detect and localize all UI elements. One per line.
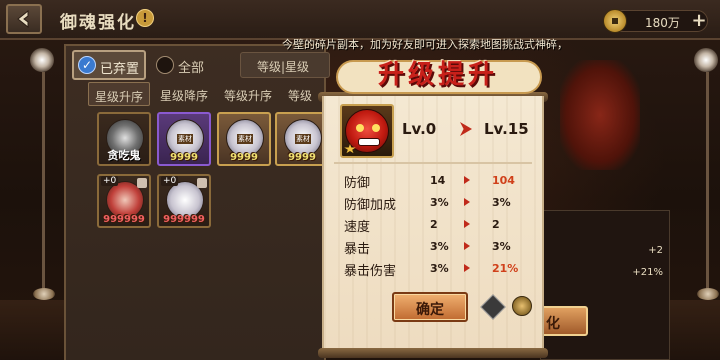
upgrade-dialog: 升级提升 Lv.0 Lv.15 防御 14 104 防御加成 3% 3% 速度 …: [318, 52, 548, 358]
detail-panel: +2 +21%: [540, 210, 670, 360]
stat-arrow-icon: [464, 176, 470, 184]
stat-new: 3%: [492, 240, 511, 253]
pole-left: [42, 72, 45, 292]
card-plus-level: +0: [101, 176, 119, 186]
lock-icon: [197, 178, 207, 188]
card-count: 999999: [163, 214, 205, 225]
stat-name: 暴击: [344, 242, 371, 257]
detail-stat-b: +21%: [632, 267, 663, 278]
soul-card[interactable]: +0 999999: [157, 174, 211, 228]
scroll-rod-bottom: [318, 348, 548, 358]
level-star-selector[interactable]: 等级|星级: [240, 52, 330, 78]
filter-abandoned-label: 已弃置: [100, 62, 140, 77]
add-currency-button[interactable]: +: [689, 12, 709, 32]
pole-right: [706, 72, 709, 292]
filter-all-toggle[interactable]: 全部: [154, 50, 218, 80]
currency-display: 180万 +: [603, 9, 709, 33]
filter-row: ✓ 已弃置 全部 等级|星级: [72, 50, 330, 82]
tab-star-desc[interactable]: 星级降序: [154, 82, 214, 106]
soul-card[interactable]: 贪吃鬼: [97, 112, 151, 166]
card-count: 9999: [230, 152, 258, 163]
filter-abandoned-toggle[interactable]: ✓ 已弃置: [72, 50, 146, 80]
stat-old: 2: [430, 218, 438, 231]
stat-old: 14: [430, 174, 446, 187]
card-count: 999999: [103, 214, 145, 225]
tab-level[interactable]: 等级: [282, 82, 318, 106]
lantern-right-icon: [694, 48, 718, 72]
currency-value: 180万: [645, 16, 680, 30]
stat-name: 速度: [344, 220, 371, 235]
soul-portrait-frame: [340, 104, 394, 158]
stat-new: 3%: [492, 196, 511, 209]
settings-icon[interactable]: [512, 296, 532, 316]
top-bar: 御魂强化 ! 180万 +: [0, 0, 720, 40]
soul-card[interactable]: 素材 9999: [217, 112, 271, 166]
checkbox-unchecked-icon: [156, 56, 174, 74]
stat-row: 暴击 3% 3%: [318, 236, 548, 258]
stat-new: 104: [492, 174, 515, 187]
lantern-left-icon: [30, 48, 54, 72]
card-tag: 素材: [177, 134, 193, 144]
checkbox-checked-icon: ✓: [78, 56, 96, 74]
stat-new: 2: [492, 218, 500, 231]
stat-arrow-icon: [464, 264, 470, 272]
confirm-button[interactable]: 确定: [392, 292, 468, 322]
stat-old: 3%: [430, 240, 449, 253]
stand-left: [33, 288, 55, 300]
filter-all-label: 全部: [178, 61, 205, 76]
tab-level-asc[interactable]: 等级升序: [218, 82, 278, 106]
red-oni-mask-icon: [345, 109, 389, 153]
stat-row: 暴击伤害 3% 21%: [318, 258, 548, 280]
enhance-button-label: 化: [546, 316, 560, 332]
level-from: Lv.0: [402, 120, 437, 138]
card-tag: 素材: [295, 134, 311, 144]
tab-star-asc[interactable]: 星级升序: [88, 82, 151, 106]
stat-old: 3%: [430, 196, 449, 209]
info-icon[interactable]: !: [136, 9, 154, 27]
stat-name: 暴击伤害: [344, 264, 397, 279]
stat-row: 防御加成 3% 3%: [318, 192, 548, 214]
soul-card[interactable]: 素材 9999: [157, 112, 211, 166]
stat-row: 速度 2 2: [318, 214, 548, 236]
divider: [334, 162, 532, 164]
level-to: Lv.15: [484, 120, 529, 138]
soul-card[interactable]: +0 999999: [97, 174, 151, 228]
confirm-button-label: 确定: [416, 302, 444, 318]
scrolling-notice: 今壁的碎片副本，加为好友即可进入探索地图挑战式神碎，: [282, 38, 568, 51]
lock-icon: [137, 178, 147, 188]
stand-right: [697, 288, 719, 300]
dialog-banner: 升级提升: [328, 52, 548, 96]
card-plus-level: +0: [161, 176, 179, 186]
stat-name: 防御加成: [344, 198, 397, 213]
level-star-label: 等级|星级: [257, 60, 310, 74]
back-arrow-icon: [17, 9, 29, 29]
background-red-curtain: [560, 60, 640, 170]
stat-new: 21%: [492, 262, 519, 275]
dialog-title: 升级提升: [377, 60, 498, 90]
stat-arrow-icon: [464, 242, 470, 250]
back-button[interactable]: [6, 4, 42, 34]
coin-icon: [603, 9, 627, 33]
stat-row: 防御 14 104: [318, 170, 548, 192]
stat-arrow-icon: [464, 220, 470, 228]
stat-name: 防御: [344, 176, 371, 191]
card-tag: 素材: [237, 134, 253, 144]
detail-stat-a: +2: [648, 245, 663, 256]
stat-arrow-icon: [464, 198, 470, 206]
page-title: 御魂强化: [60, 13, 136, 33]
card-count: 9999: [170, 152, 198, 163]
stat-old: 3%: [430, 262, 449, 275]
soul-grid: 贪吃鬼 素材 9999 素材 9999 素材 9999 +0 999999 +0…: [97, 112, 329, 232]
card-name: 贪吃鬼: [107, 149, 141, 162]
